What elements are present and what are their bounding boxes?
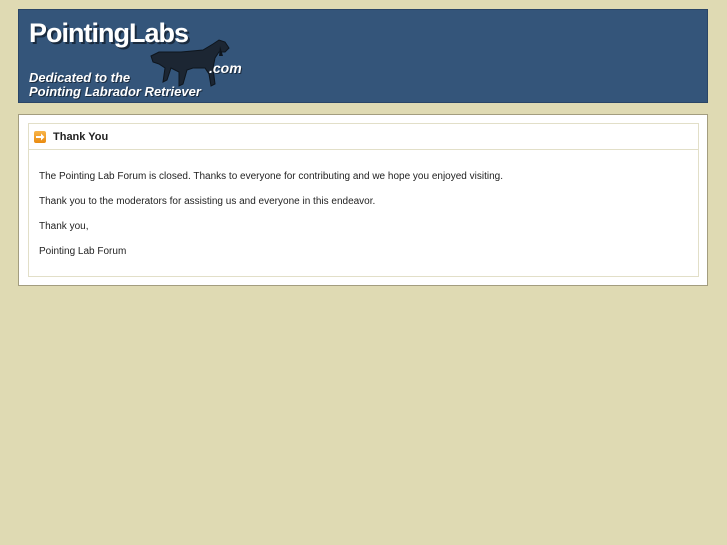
arrow-right-icon <box>34 130 46 143</box>
message-title-bar: Thank You <box>29 123 698 150</box>
logo-com-text: .com <box>209 60 242 76</box>
message-signature: Pointing Lab Forum <box>39 246 127 257</box>
message-title: Thank You <box>53 130 109 143</box>
site-logo[interactable]: PointingLabs .com Dedicated to the Point… <box>29 18 254 100</box>
message-paragraph: The Pointing Lab Forum is closed. Thanks… <box>39 171 503 182</box>
message-paragraph: Thank you to the moderators for assistin… <box>39 196 376 207</box>
message-paragraph: Thank you, <box>39 221 89 232</box>
message-panel: Thank You The Pointing Lab Forum is clos… <box>18 114 708 286</box>
logo-tagline-line2: Pointing Labrador Retriever <box>29 84 201 99</box>
site-header: PointingLabs .com Dedicated to the Point… <box>18 9 708 103</box>
message-box: Thank You The Pointing Lab Forum is clos… <box>28 123 699 277</box>
message-body: The Pointing Lab Forum is closed. Thanks… <box>29 150 698 258</box>
logo-tagline-line1: Dedicated to the <box>29 70 131 85</box>
